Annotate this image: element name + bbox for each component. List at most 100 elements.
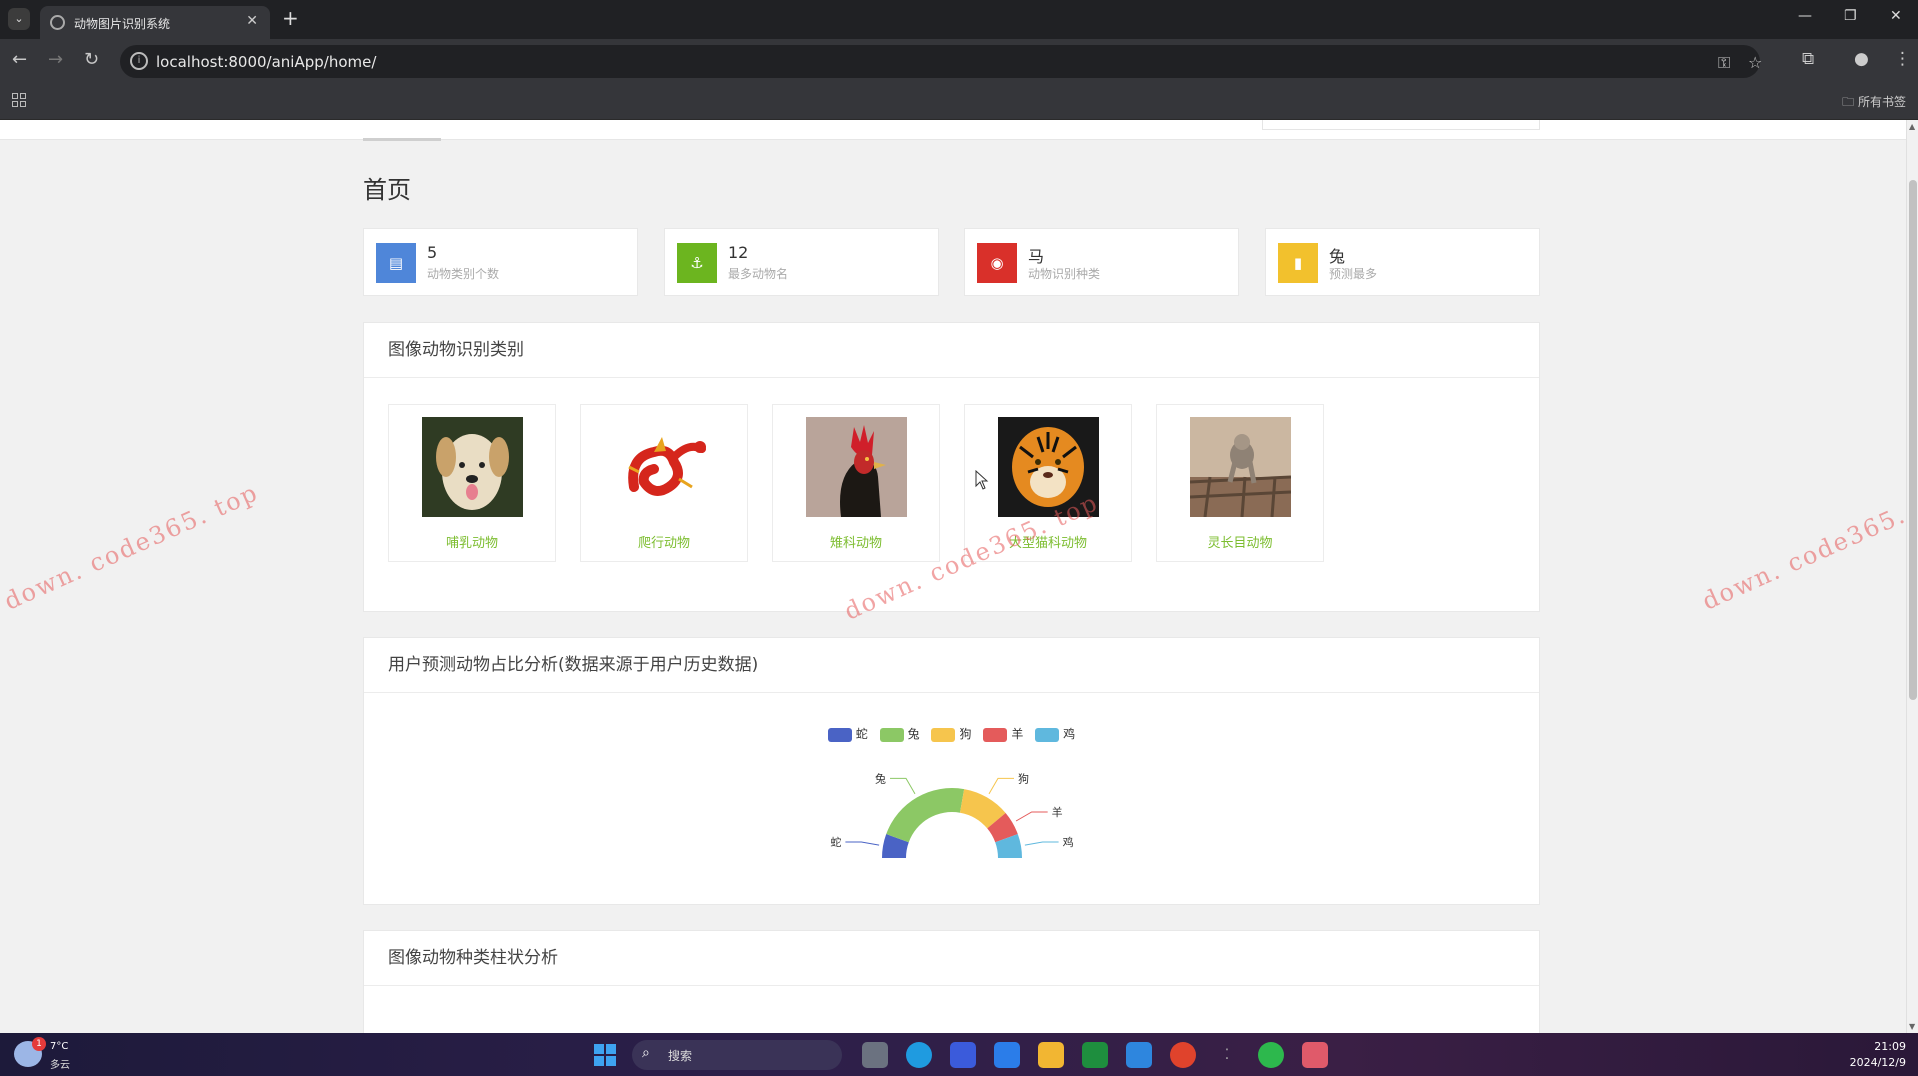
database-icon: ▤ [376, 243, 416, 283]
menu-dots-icon[interactable]: ⋮ [1894, 49, 1911, 69]
category-name: 灵长目动物 [1207, 536, 1273, 551]
stat-label: 预测最多 [1329, 267, 1378, 281]
mouse-cursor-icon [975, 470, 989, 490]
rooster-photo [806, 417, 907, 517]
back-arrow-icon[interactable]: ← [12, 49, 27, 70]
weather-text: 多云 [50, 1060, 70, 1071]
legend-item[interactable]: 蛇 [827, 725, 868, 742]
apps-grid-icon[interactable] [12, 93, 26, 107]
stat-label: 最多动物名 [728, 267, 789, 281]
address-bar[interactable]: i localhost:8000/aniApp/home/ ⚿ ☆ [120, 45, 1762, 78]
category-item-primate[interactable]: 灵长目动物 [1156, 404, 1324, 562]
category-name: 雉科动物 [829, 536, 882, 551]
stat-label: 动物识别种类 [1028, 267, 1101, 281]
category-item-reptile[interactable]: 爬行动物 [580, 404, 748, 562]
slice-label: 兔 [875, 771, 886, 785]
stat-value: 马 [1028, 247, 1045, 266]
tab-close-icon[interactable]: ✕ [246, 13, 258, 29]
bookmarks-bar: 🗀 所有书签 [0, 84, 1918, 120]
category-item-pheasant[interactable]: 雉科动物 [772, 404, 940, 562]
anchor-icon: ⚓ [677, 243, 717, 283]
visual-studio-icon[interactable] [950, 1042, 976, 1068]
scrollbar-thumb[interactable] [1909, 180, 1917, 700]
scroll-down-icon[interactable]: ▼ [1909, 1022, 1915, 1031]
active-nav-underline [363, 138, 441, 141]
site-info-icon[interactable]: i [130, 52, 148, 70]
scroll-up-icon[interactable]: ▲ [1909, 122, 1915, 131]
snipping-tool-icon[interactable] [1302, 1042, 1328, 1068]
slice-label: 狗 [1018, 772, 1029, 785]
photos-app-icon[interactable] [1126, 1042, 1152, 1068]
stat-value: 12 [728, 243, 749, 262]
pycharm-icon[interactable] [1082, 1042, 1108, 1068]
legend-item[interactable]: 羊 [983, 725, 1023, 742]
app-dots-icon[interactable]: ⁚ [1214, 1042, 1240, 1068]
stat-label: 动物类别个数 [427, 267, 500, 281]
eye-icon: ◉ [977, 243, 1017, 283]
half-donut-chart: 蛇 兔 狗羊鸡 [830, 771, 1074, 858]
slice-label-line [890, 777, 916, 795]
page-content: 首页 ▤ 5 动物类别个数 ⚓ 12 最多动物名 ◉ 马 动物识别种类 ▮ 兔 … [0, 120, 1906, 1033]
extensions-icon[interactable]: ⧉ [1802, 49, 1814, 69]
watermark-text: down. code365. top [1698, 478, 1906, 616]
category-card-title: 图像动物识别类别 [364, 323, 1539, 378]
page-top-strip [0, 120, 1906, 141]
legend-item[interactable]: 兔 [879, 725, 920, 742]
category-item-mammal[interactable]: 哺乳动物 [388, 404, 556, 562]
tab-list-chevron-icon[interactable]: ⌄ [8, 8, 30, 30]
folder-icon: 🗀 [1842, 95, 1858, 109]
taskbar-search[interactable]: ⌕ 搜索 [632, 1040, 842, 1070]
stat-card-category-count: ▤ 5 动物类别个数 [363, 228, 638, 296]
pie-slice[interactable] [886, 788, 965, 843]
minimize-icon[interactable]: — [1798, 8, 1812, 24]
task-view-icon[interactable] [862, 1042, 888, 1068]
restore-icon[interactable]: ❐ [1844, 8, 1857, 24]
all-bookmarks-button[interactable]: 🗀 所有书签 [1842, 93, 1906, 114]
slice-label-line [1024, 841, 1059, 846]
password-key-icon[interactable]: ⚿ [1718, 53, 1730, 73]
bookmark-star-icon[interactable]: ☆ [1748, 53, 1762, 72]
weather-badge: 1 [32, 1037, 46, 1051]
bar-analysis-card-title: 图像动物种类柱状分析 [364, 931, 1539, 986]
chrome-browser-icon[interactable] [1170, 1042, 1196, 1068]
chart-legend: 蛇 兔 狗 羊 鸡 [364, 725, 1539, 742]
windows-start-icon[interactable] [592, 1042, 618, 1068]
edge-browser-icon[interactable] [906, 1042, 932, 1068]
file-explorer-icon[interactable] [1038, 1042, 1064, 1068]
legend-item[interactable]: 狗 [931, 725, 972, 742]
analysis-card: 用户预测动物占比分析(数据来源于用户历史数据) 蛇 兔 狗 羊 鸡 蛇兔狗羊鸡 [363, 637, 1540, 905]
wechat-icon[interactable] [1258, 1042, 1284, 1068]
system-clock[interactable]: 21:09 2024/12/9 [1850, 1039, 1906, 1071]
window-close-icon[interactable]: ✕ [1890, 8, 1902, 24]
page-scrollbar[interactable]: ▲ ▼ [1906, 120, 1918, 1033]
category-name: 爬行动物 [637, 536, 690, 551]
monkey-photo [1190, 417, 1291, 517]
windows-taskbar: 1 7°C 多云 ⌕ 搜索 ⁚ 21:09 2024/12/9 [0, 1033, 1918, 1076]
stat-card-most-predicted: ▮ 兔 预测最多 [1265, 228, 1540, 296]
header-search-box[interactable] [1262, 120, 1540, 130]
browser-toolbar: ← → ↻ i localhost:8000/aniApp/home/ ⚿ ☆ [0, 39, 1918, 84]
page-title: 首页 [363, 176, 411, 204]
browser-tab[interactable]: 动物图片识别系统 ✕ [40, 6, 270, 39]
legend-item[interactable]: 鸡 [1035, 725, 1075, 742]
bar-analysis-card: 图像动物种类柱状分析 [363, 930, 1540, 1033]
tab-title: 动物图片识别系统 [74, 17, 171, 31]
stat-card-most-animal: ⚓ 12 最多动物名 [664, 228, 939, 296]
new-tab-button[interactable]: + [282, 6, 299, 30]
profile-icon[interactable]: ● [1854, 49, 1869, 69]
bar-chart-icon: ▮ [1278, 243, 1318, 283]
globe-icon [50, 15, 65, 30]
stat-value: 兔 [1329, 247, 1346, 266]
forward-arrow-icon[interactable]: → [48, 49, 63, 70]
temperature-text: 7°C [50, 1041, 69, 1052]
dog-photo [422, 417, 523, 517]
clock-time: 21:09 [1874, 1040, 1906, 1053]
taskbar-search-placeholder: 搜索 [668, 1049, 693, 1063]
stat-card-recognition-type: ◉ 马 动物识别种类 [964, 228, 1239, 296]
slice-label-line [988, 777, 1014, 795]
watermark-text: down. code365. top [0, 478, 263, 616]
store-app-icon[interactable] [994, 1042, 1020, 1068]
reload-icon[interactable]: ↻ [84, 49, 99, 70]
slice-label: 蛇 [830, 835, 841, 849]
browser-tab-bar: ⌄ 动物图片识别系统 ✕ + — ❐ ✕ [0, 0, 1918, 39]
